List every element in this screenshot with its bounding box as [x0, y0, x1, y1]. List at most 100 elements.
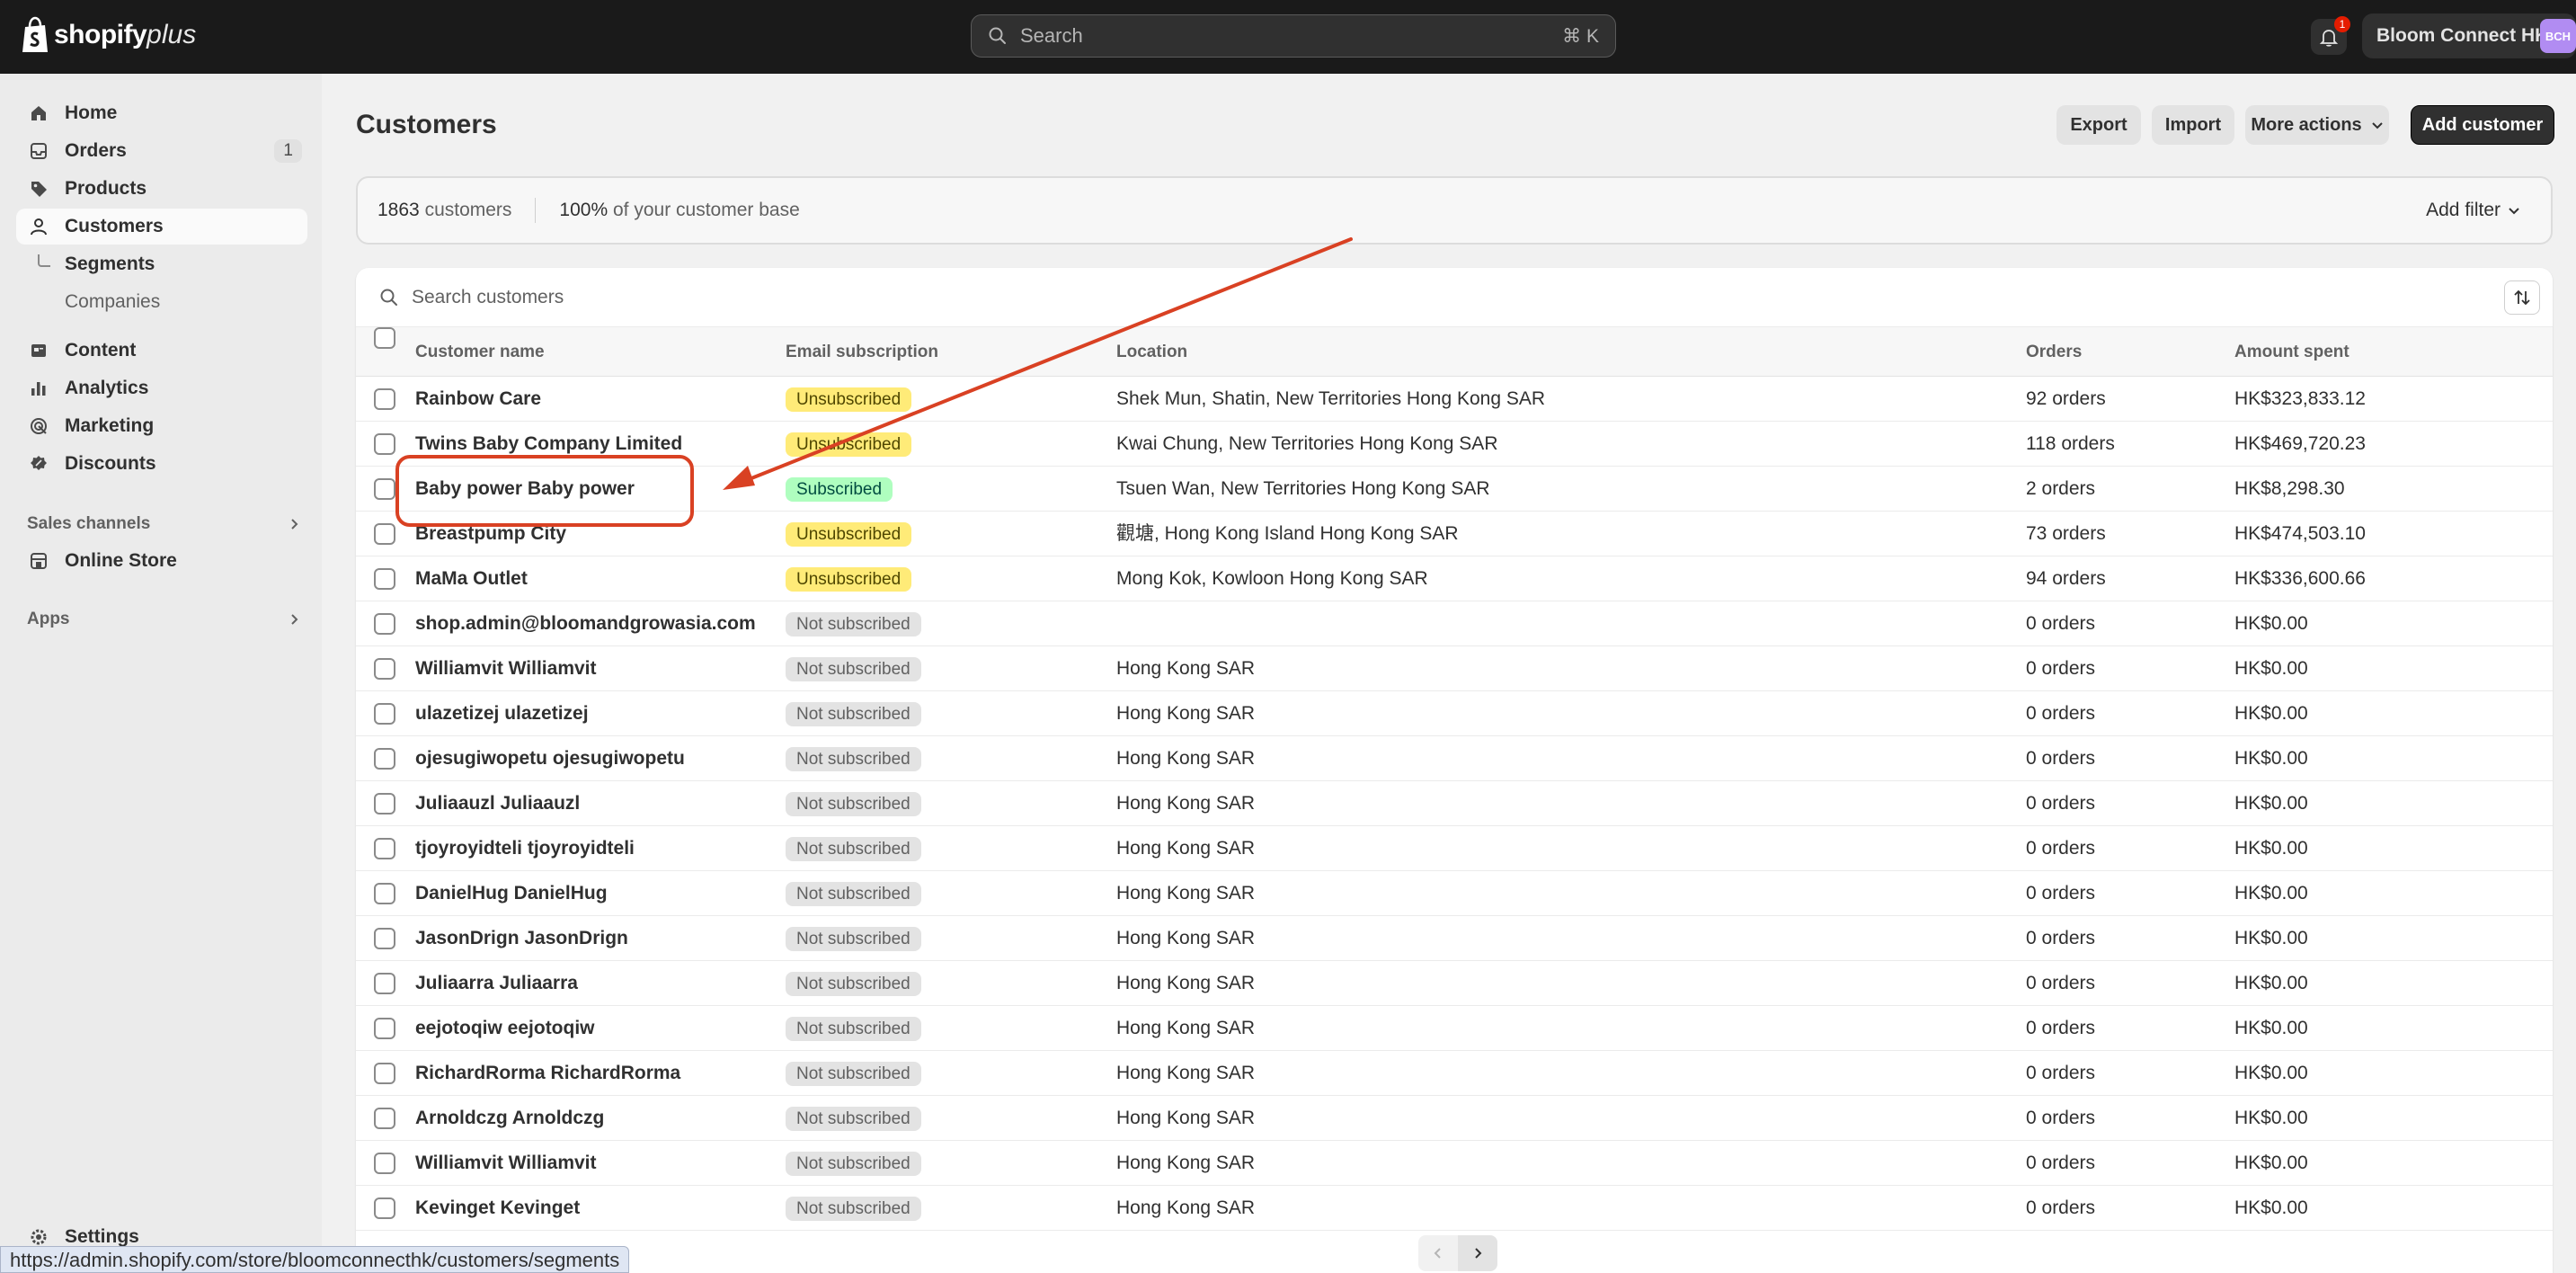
sidebar-item-analytics[interactable]: Analytics — [16, 370, 307, 406]
email-subscription-badge: Not subscribed — [786, 1107, 921, 1131]
sidebar-item-customers[interactable]: Customers — [16, 209, 307, 245]
add-filter-button[interactable]: Add filter — [2426, 200, 2520, 221]
next-page-button[interactable] — [1458, 1235, 1497, 1271]
customer-amount-spent: HK$0.00 — [2234, 928, 2308, 948]
row-checkbox[interactable] — [374, 433, 395, 455]
row-checkbox[interactable] — [374, 838, 395, 859]
row-checkbox[interactable] — [374, 613, 395, 635]
table-row[interactable]: DanielHug DanielHug Not subscribed Hong Ko… — [356, 871, 2553, 916]
customer-name[interactable]: Kevinget Kevinget — [415, 1186, 580, 1231]
store-menu-button[interactable]: Bloom Connect HK BCH — [2362, 13, 2576, 58]
customer-name[interactable]: Williamvit Williamvit — [415, 1141, 597, 1186]
customer-name[interactable]: Williamvit Williamvit — [415, 646, 597, 691]
table-row[interactable]: Juliaarra Juliaarra Not subscribed Hong Ko… — [356, 961, 2553, 1006]
select-all-checkbox[interactable] — [374, 327, 395, 349]
customer-name[interactable]: shop.admin@bloomandgrowasia.com — [415, 601, 756, 646]
table-row[interactable]: MaMa Outlet Unsubscribed Mong Kok, Kowloon… — [356, 556, 2553, 601]
table-row[interactable]: Williamvit Williamvit Not subscribed Hong … — [356, 1141, 2553, 1186]
email-subscription-badge: Subscribed — [786, 477, 893, 502]
sidebar-item-home[interactable]: Home — [16, 95, 307, 131]
row-checkbox[interactable] — [374, 748, 395, 770]
previous-page-button[interactable] — [1418, 1235, 1458, 1271]
global-search[interactable]: Search ⌘ K — [971, 14, 1616, 58]
column-header-amount[interactable]: Amount spent — [2234, 327, 2349, 377]
sidebar-item-content[interactable]: Content — [16, 333, 307, 369]
notifications-button[interactable]: 1 — [2311, 16, 2350, 55]
more-actions-label: More actions — [2251, 114, 2362, 135]
sales-channels-section[interactable]: Sales channels — [27, 514, 306, 534]
row-checkbox[interactable] — [374, 1153, 395, 1174]
sidebar-item-online-store[interactable]: Online Store — [16, 543, 307, 579]
table-row[interactable]: ojesugiwopetu ojesugiwopetu Not subscribe… — [356, 736, 2553, 781]
sidebar-item-orders[interactable]: Orders 1 — [16, 133, 307, 169]
sort-icon — [2514, 289, 2530, 306]
customer-name[interactable]: ojesugiwopetu ojesugiwopetu — [415, 736, 685, 781]
customer-name[interactable]: Rainbow Care — [415, 377, 541, 422]
row-checkbox[interactable] — [374, 883, 395, 904]
row-checkbox[interactable] — [374, 658, 395, 680]
customer-name[interactable]: DanielHug DanielHug — [415, 871, 608, 916]
sidebar-item-label: Segments — [65, 254, 155, 274]
more-actions-button[interactable]: More actions — [2245, 105, 2389, 145]
customer-orders: 0 orders — [2026, 1197, 2096, 1218]
column-header-orders[interactable]: Orders — [2026, 327, 2082, 377]
row-checkbox[interactable] — [374, 478, 395, 500]
export-button[interactable]: Export — [2056, 105, 2141, 145]
customer-name[interactable]: eejotoqiw eejotoqiw — [415, 1006, 595, 1051]
table-row[interactable]: Arnoldczg Arnoldczg Not subscribed Hong Ko… — [356, 1096, 2553, 1141]
chevron-down-icon — [2371, 122, 2383, 129]
customer-name[interactable]: RichardRorma RichardRorma — [415, 1051, 680, 1096]
customer-name[interactable]: Juliaarra Juliaarra — [415, 961, 578, 1006]
sidebar-item-marketing[interactable]: Marketing — [16, 408, 307, 444]
table-row[interactable]: tjoyroyidteli tjoyroyidteli Not subscribe… — [356, 826, 2553, 871]
shopify-logo[interactable]: shopify plus — [20, 16, 196, 54]
customer-name[interactable]: ulazetizej ulazetizej — [415, 691, 589, 736]
customer-amount-spent: HK$469,720.23 — [2234, 433, 2366, 454]
sort-button[interactable] — [2504, 280, 2540, 315]
row-checkbox[interactable] — [374, 523, 395, 545]
apps-section[interactable]: Apps — [27, 610, 306, 629]
table-row[interactable]: Williamvit Williamvit Not subscribed Hong … — [356, 646, 2553, 691]
column-header-name[interactable]: Customer name — [415, 327, 545, 377]
customer-orders: 0 orders — [2026, 928, 2096, 948]
row-checkbox[interactable] — [374, 388, 395, 410]
customer-name[interactable]: Juliaauzl Juliaauzl — [415, 781, 580, 826]
table-row[interactable]: JasonDrign JasonDrign Not subscribed Hong … — [356, 916, 2553, 961]
row-checkbox[interactable] — [374, 703, 395, 725]
table-header: Customer name Email subscription Locatio… — [356, 327, 2553, 377]
table-row[interactable]: Juliaauzl Juliaauzl Not subscribed Hong Ko… — [356, 781, 2553, 826]
table-row[interactable]: RichardRorma RichardRorma Not subscribed H… — [356, 1051, 2553, 1096]
table-row[interactable]: shop.admin@bloomandgrowasia.com Not subsc… — [356, 601, 2553, 646]
row-checkbox[interactable] — [374, 568, 395, 590]
customer-amount-spent: HK$0.00 — [2234, 658, 2308, 679]
customer-name[interactable]: Arnoldczg Arnoldczg — [415, 1096, 604, 1141]
row-checkbox[interactable] — [374, 1108, 395, 1129]
sidebar-item-label: Home — [65, 102, 118, 123]
table-row[interactable]: Kevinget Kevinget Not subscribed Hong Kong… — [356, 1186, 2553, 1231]
sidebar-item-segments[interactable]: Segments — [16, 247, 307, 281]
customer-name[interactable]: JasonDrign JasonDrign — [415, 916, 628, 961]
column-header-email[interactable]: Email subscription — [786, 327, 938, 377]
row-checkbox[interactable] — [374, 973, 395, 994]
row-checkbox[interactable] — [374, 793, 395, 815]
row-checkbox[interactable] — [374, 1063, 395, 1084]
store-name: Bloom Connect HK — [2376, 25, 2549, 46]
sidebar-item-discounts[interactable]: Discounts — [16, 446, 307, 482]
row-checkbox[interactable] — [374, 1018, 395, 1039]
column-header-location[interactable]: Location — [1116, 327, 1187, 377]
sidebar-item-companies[interactable]: Companies — [16, 285, 307, 319]
import-button[interactable]: Import — [2152, 105, 2234, 145]
row-checkbox[interactable] — [374, 928, 395, 949]
sidebar-item-products[interactable]: Products — [16, 171, 307, 207]
email-subscription-badge: Not subscribed — [786, 612, 921, 636]
sidebar-item-label: Orders — [65, 140, 127, 161]
customer-name[interactable]: tjoyroyidteli tjoyroyidteli — [415, 826, 635, 871]
table-row[interactable]: eejotoqiw eejotoqiw Not subscribed Hong Ko… — [356, 1006, 2553, 1051]
customer-search-input[interactable]: Search customers — [356, 268, 2553, 327]
table-row[interactable]: ulazetizej ulazetizej Not subscribed Hong … — [356, 691, 2553, 736]
table-row[interactable]: Rainbow Care Unsubscribed Shek Mun, Shatin… — [356, 377, 2553, 422]
customer-name[interactable]: MaMa Outlet — [415, 556, 528, 601]
sidebar-item-settings[interactable]: Settings — [29, 1226, 139, 1248]
row-checkbox[interactable] — [374, 1197, 395, 1219]
add-customer-button[interactable]: Add customer — [2411, 105, 2554, 145]
